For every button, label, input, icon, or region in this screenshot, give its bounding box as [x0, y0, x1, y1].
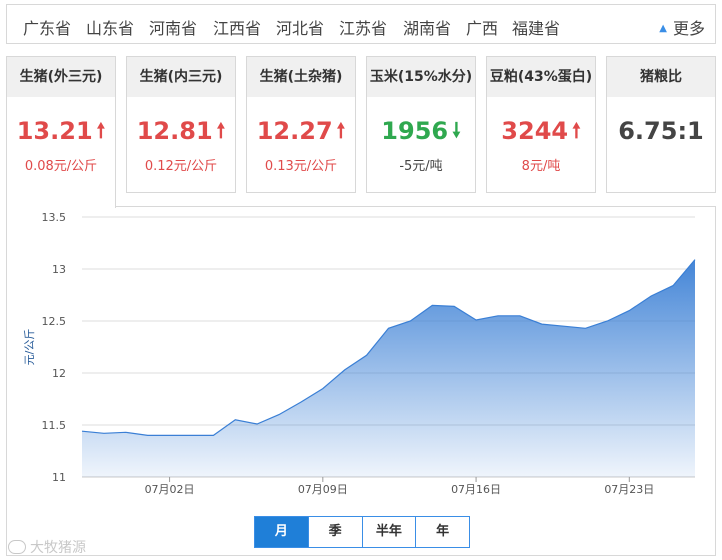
card-title: 玉米(15%水分) [367, 57, 475, 97]
x-tick-label: 07月23日 [604, 483, 654, 496]
region-henan[interactable]: 河南省 [149, 15, 197, 39]
logo-icon [8, 540, 26, 554]
card-title: 生猪(外三元) [7, 57, 115, 97]
card-price: 12.81 🠕 [136, 117, 226, 145]
period-selector: 月 季 半年 年 [254, 516, 470, 548]
price-card-pig-local[interactable]: 生猪(土杂猪) 12.27 🠕 0.13元/公斤 [246, 56, 356, 193]
period-quarter-button[interactable]: 季 [307, 517, 362, 547]
y-tick-label: 12 [52, 367, 66, 380]
period-halfyear-button[interactable]: 半年 [361, 517, 416, 547]
region-fujian[interactable]: 福建省 [512, 15, 560, 39]
price-area [82, 259, 695, 477]
price-card-corn[interactable]: 玉米(15%水分) 1956 🠗 -5元/吨 [366, 56, 476, 193]
arrow-down-icon: 🠗 [452, 118, 461, 142]
card-title: 猪粮比 [607, 57, 715, 97]
period-year-button[interactable]: 年 [415, 517, 469, 547]
y-tick-label: 11.5 [42, 419, 67, 432]
period-month-button[interactable]: 月 [255, 517, 308, 547]
card-price: 6.75:1 [618, 117, 704, 145]
card-price: 3244 🠕 [501, 117, 581, 145]
region-jiangsu[interactable]: 江苏省 [339, 15, 387, 39]
card-change: 0.08元/公斤 [24, 159, 98, 174]
price-card-pig-outer[interactable]: 生猪(外三元) 13.21 🠕 0.08元/公斤 [6, 56, 116, 208]
x-tick-label: 07月02日 [145, 483, 195, 496]
watermark: 大牧猪源 [8, 537, 86, 557]
region-jiangxi[interactable]: 江西省 [213, 15, 261, 39]
card-title: 豆粕(43%蛋白) [487, 57, 595, 97]
region-guangdong[interactable]: 广东省 [23, 15, 71, 39]
region-shandong[interactable]: 山东省 [86, 15, 134, 39]
y-axis-label: 元/公斤 [23, 329, 36, 366]
x-tick-label: 07月09日 [298, 483, 348, 496]
price-chart: 11 11.5 12 12.5 13 13.5 07月02日 07月09日 07月16日 07月… [23, 211, 696, 496]
price-card-hog-grain-ratio[interactable]: 猪粮比 6.75:1 [606, 56, 716, 193]
region-hunan[interactable]: 湖南省 [403, 15, 451, 39]
price-chart-panel: 11 11.5 12 12.5 13 13.5 07月02日 07月09日 07月16日 07月… [6, 206, 716, 556]
triangle-up-icon: ▲ [659, 23, 667, 34]
arrow-up-icon: 🠕 [572, 118, 581, 142]
card-price: 12.27 🠕 [256, 117, 346, 145]
card-change: 8元/吨 [521, 159, 561, 174]
price-card-pig-inner[interactable]: 生猪(内三元) 12.81 🠕 0.12元/公斤 [126, 56, 236, 193]
region-guangxi[interactable]: 广西 [466, 15, 498, 39]
y-tick-label: 12.5 [42, 315, 67, 328]
card-title: 生猪(土杂猪) [247, 57, 355, 97]
price-card-soymeal[interactable]: 豆粕(43%蛋白) 3244 🠕 8元/吨 [486, 56, 596, 193]
card-title: 生猪(内三元) [127, 57, 235, 97]
card-price: 1956 🠗 [381, 117, 461, 145]
more-label: 更多 [672, 19, 705, 38]
arrow-up-icon: 🠕 [216, 118, 226, 142]
card-price: 13.21 🠕 [16, 117, 106, 145]
more-button[interactable]: ▲ 更多 [659, 15, 705, 39]
x-tick-label: 07月16日 [451, 483, 501, 496]
y-tick-label: 13 [52, 263, 66, 276]
y-tick-label: 13.5 [42, 211, 67, 224]
card-change: -5元/吨 [399, 159, 443, 174]
region-bar: 广东省 山东省 河南省 江西省 河北省 江苏省 湖南省 广西 福建省 ▲ 更多 [6, 4, 716, 44]
card-change: 0.13元/公斤 [264, 159, 338, 174]
card-change: 0.12元/公斤 [144, 159, 218, 174]
arrow-up-icon: 🠕 [96, 118, 106, 142]
region-hebei[interactable]: 河北省 [276, 15, 324, 39]
y-tick-label: 11 [52, 471, 66, 484]
arrow-up-icon: 🠕 [336, 118, 346, 142]
